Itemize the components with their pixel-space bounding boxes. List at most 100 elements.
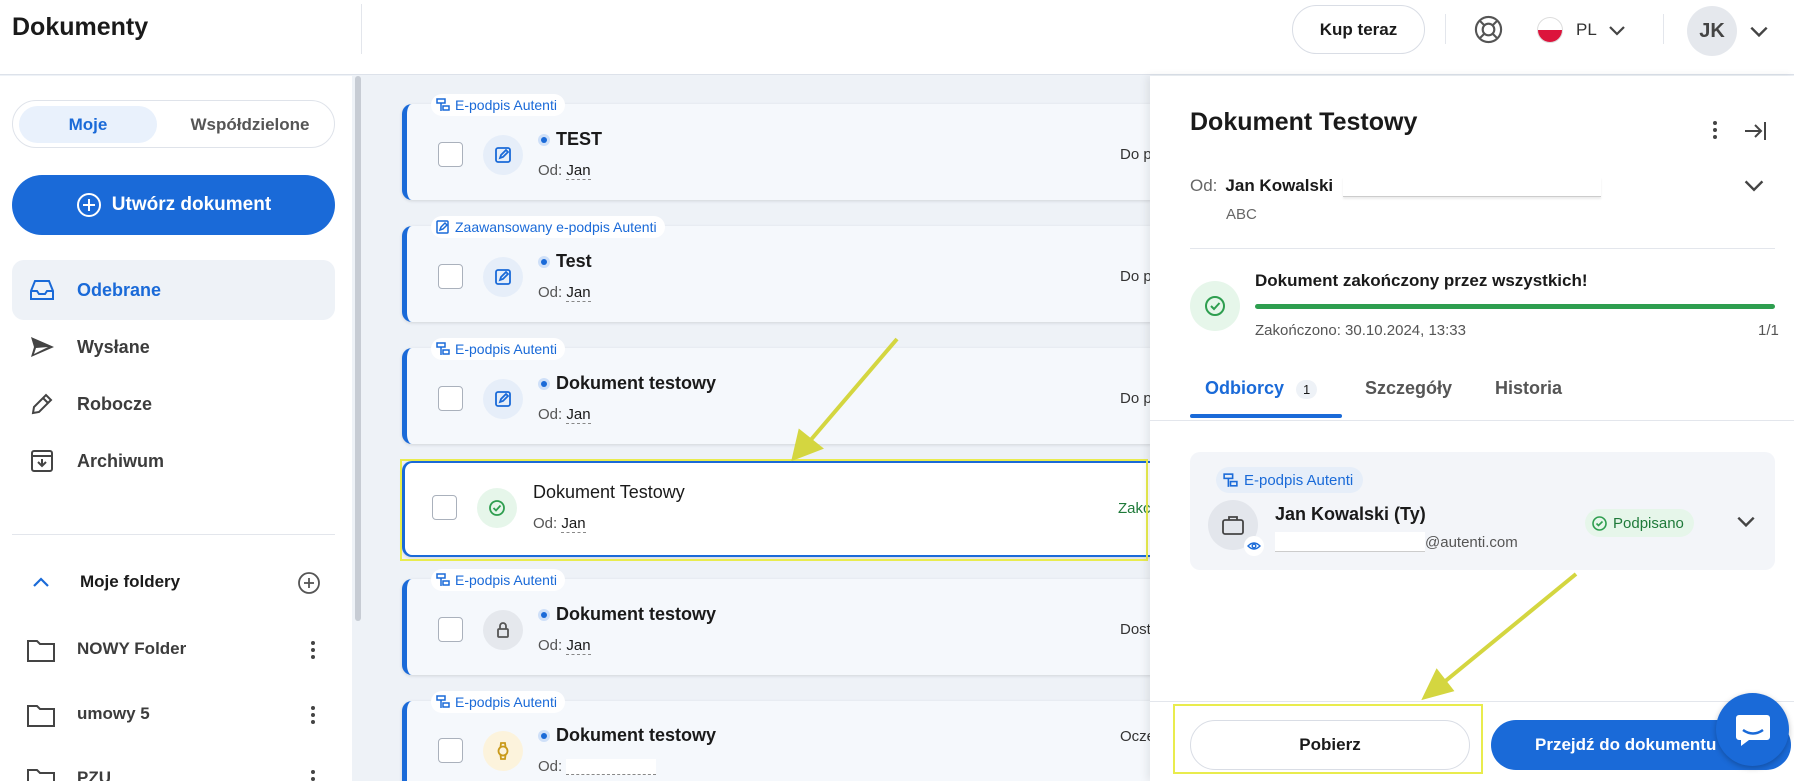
- signature-type-icon: [436, 98, 450, 111]
- folder-label: umowy 5: [77, 704, 150, 723]
- document-sender: Od:: [538, 758, 657, 776]
- signature-type-tag: E-podpis Autenti: [431, 94, 565, 116]
- chevron-up-icon[interactable]: [30, 571, 52, 593]
- header-separator: [1445, 14, 1446, 44]
- user-avatar[interactable]: JK: [1687, 6, 1737, 56]
- more-vertical-icon[interactable]: [1703, 118, 1727, 142]
- header-separator: [1663, 14, 1664, 44]
- from-label: Od:: [538, 162, 563, 179]
- sender-name: Jan: [566, 637, 591, 655]
- document-title-text: Test: [556, 251, 592, 271]
- unread-dot: [541, 380, 547, 387]
- document-checkbox[interactable]: [438, 264, 463, 289]
- more-vertical-icon[interactable]: [301, 638, 325, 662]
- chevron-down-icon[interactable]: [1742, 173, 1766, 197]
- tab-shared[interactable]: Współdzielone: [171, 106, 329, 143]
- signature-type-icon: [436, 695, 450, 708]
- annotation-highlight-box: [400, 459, 1148, 561]
- help-lifebuoy-icon[interactable]: [1473, 14, 1504, 45]
- redacted-email: [1275, 532, 1425, 552]
- folder-icon: [27, 640, 55, 662]
- tab-details[interactable]: Szczegóły: [1365, 378, 1452, 399]
- signature-type-tag: E-podpis Autenti: [431, 691, 565, 713]
- document-checkbox[interactable]: [438, 617, 463, 642]
- doc-status-icon: [483, 257, 523, 297]
- check-circle-icon: [1205, 296, 1225, 316]
- document-title-text: Dokument testowy: [556, 725, 717, 745]
- document-checkbox[interactable]: [438, 386, 463, 411]
- sidebar: Moje Współdzielone Utwórz dokument Odebr…: [0, 76, 352, 781]
- document-title: Dokument testowy: [541, 373, 716, 394]
- tab-mine[interactable]: Moje: [19, 106, 157, 143]
- doc-status-icon: [483, 379, 523, 419]
- tab-recipients[interactable]: Odbiorcy 1: [1205, 378, 1318, 399]
- header-divider: [361, 4, 362, 54]
- signing-progress-bar: [1255, 304, 1775, 309]
- create-document-label: Utwórz dokument: [111, 194, 272, 215]
- document-title: TEST: [541, 129, 602, 150]
- sidebar-item-sent[interactable]: Wysłane: [12, 317, 335, 377]
- document-status: Do p: [1120, 390, 1152, 407]
- progress-fill: [1255, 304, 1775, 309]
- sidebar-divider: [12, 534, 335, 535]
- page-title: Dokumenty: [12, 13, 149, 41]
- sender-name: Jan: [566, 162, 591, 180]
- plus-circle-icon: [76, 193, 101, 217]
- chevron-down-icon[interactable]: [1735, 510, 1757, 532]
- recipient-email-domain: @autenti.com: [1425, 534, 1518, 551]
- folders-header: Moje foldery: [12, 563, 335, 603]
- signature-type-tag: E-podpis Autenti: [431, 569, 565, 591]
- ownership-toggle: Moje Współdzielone: [12, 100, 335, 148]
- from-label: Od:: [538, 284, 563, 301]
- completion-count: 1/1: [1758, 322, 1779, 339]
- sender-organization: ABC: [1226, 206, 1257, 223]
- sender-name-masked: [566, 759, 657, 776]
- sidebar-item-drafts[interactable]: Robocze: [12, 374, 335, 434]
- document-checkbox[interactable]: [438, 142, 463, 167]
- add-folder-icon[interactable]: [296, 570, 322, 596]
- document-status: Do p: [1120, 268, 1152, 285]
- document-status: Dost: [1120, 621, 1151, 638]
- document-title-text: Dokument testowy: [556, 373, 717, 393]
- folder-item[interactable]: PZU: [12, 754, 335, 781]
- chevron-down-icon[interactable]: [1748, 20, 1770, 42]
- more-vertical-icon[interactable]: [301, 767, 325, 781]
- annotation-highlight-box: [1173, 704, 1483, 774]
- unread-dot: [541, 258, 547, 265]
- create-document-button[interactable]: Utwórz dokument: [12, 175, 335, 235]
- watch-icon: [497, 742, 509, 760]
- sidebar-item-label: Robocze: [77, 393, 153, 414]
- signed-status-label: Podpisano: [1613, 514, 1684, 532]
- collapse-panel-icon[interactable]: [1742, 118, 1768, 144]
- document-title-text: Dokument testowy: [556, 604, 717, 624]
- recipient-name: Jan Kowalski (Ty): [1275, 504, 1426, 524]
- signature-type-label: E-podpis Autenti: [455, 341, 557, 357]
- eye-icon: [1244, 536, 1264, 556]
- briefcase-icon: [1222, 516, 1244, 535]
- document-status: Do p: [1120, 146, 1152, 163]
- recipient-card: E-podpis Autenti Jan Kowalski (Ty) @aute…: [1190, 452, 1775, 570]
- redacted-email: [1343, 177, 1601, 197]
- chat-support-button[interactable]: [1716, 693, 1789, 766]
- folder-label: NOWY Folder: [77, 639, 187, 658]
- buy-now-button[interactable]: Kup teraz: [1292, 5, 1425, 54]
- sidebar-scrollbar[interactable]: [355, 76, 361, 621]
- tab-history[interactable]: Historia: [1495, 378, 1562, 399]
- document-checkbox[interactable]: [438, 738, 463, 763]
- active-tab-indicator: [1190, 414, 1342, 418]
- folder-item[interactable]: NOWY Folder: [12, 625, 335, 675]
- folder-item[interactable]: umowy 5: [12, 690, 335, 740]
- tab-label: Odbiorcy: [1205, 378, 1285, 398]
- sidebar-item-received[interactable]: Odebrane: [12, 260, 335, 320]
- more-vertical-icon[interactable]: [301, 703, 325, 727]
- completion-date: Zakończono: 30.10.2024, 13:33: [1255, 322, 1466, 339]
- document-title: Dokument testowy: [541, 725, 716, 746]
- pencil-icon: [31, 393, 53, 415]
- from-label: Od:: [538, 406, 563, 423]
- document-title: Dokument testowy: [541, 604, 716, 625]
- check-circle-icon: [1592, 515, 1607, 531]
- chevron-down-icon: [1609, 26, 1625, 36]
- sidebar-item-archive[interactable]: Archiwum: [12, 431, 335, 491]
- signature-type-icon: [436, 342, 450, 355]
- language-selector[interactable]: PL: [1537, 15, 1627, 45]
